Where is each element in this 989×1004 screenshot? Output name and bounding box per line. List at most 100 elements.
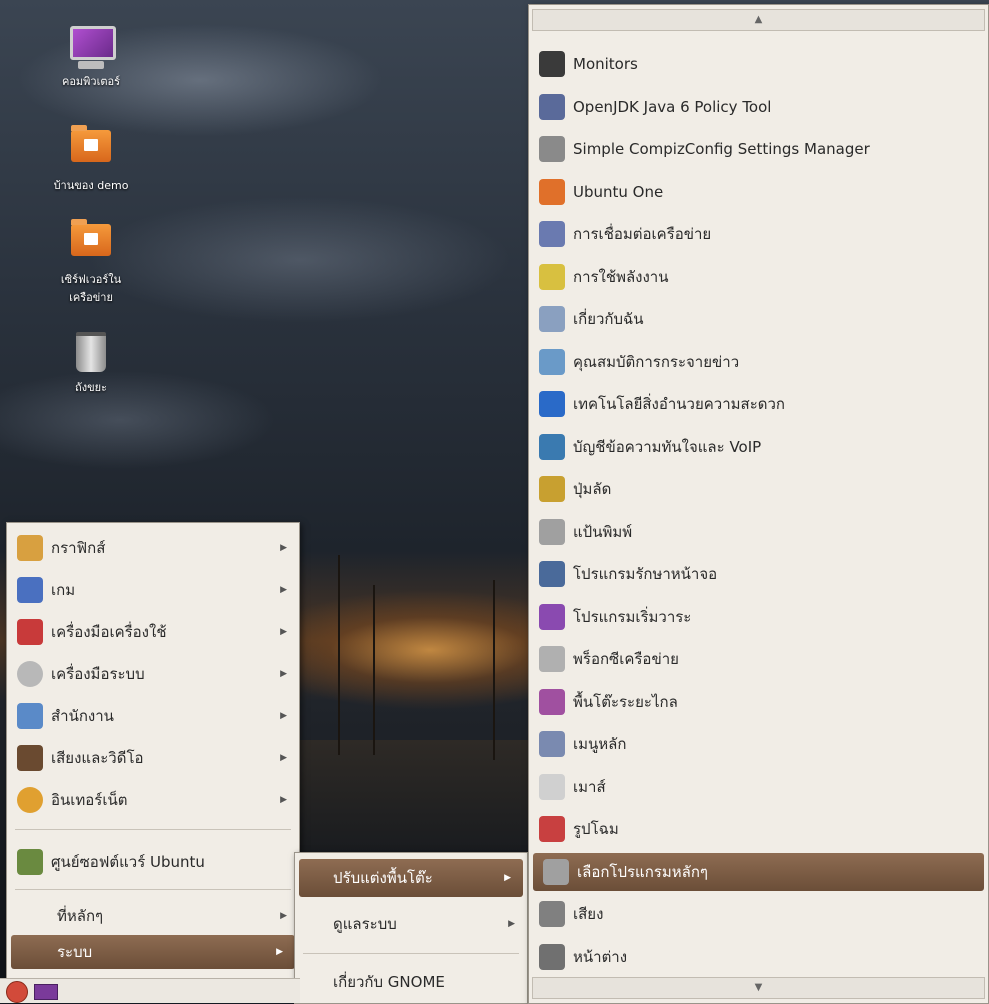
- menu-item-label: บัญชีข้อความทันใจและ VoIP: [573, 438, 762, 456]
- preferences-item-java-policy[interactable]: OpenJDK Java 6 Policy Tool: [529, 88, 988, 126]
- menu-item-accessories[interactable]: เครื่องมือเครื่องใช้ ▶: [7, 613, 299, 651]
- menu-item-places[interactable]: ที่หลักๆ ▶: [7, 897, 299, 935]
- menu-item-label: เสียง: [573, 905, 604, 923]
- preferences-item-keyboard-shortcuts[interactable]: ปุ่มลัด: [529, 470, 988, 508]
- menu-separator: [303, 953, 519, 954]
- preferences-item-compizconfig[interactable]: Simple CompizConfig Settings Manager: [529, 130, 988, 168]
- preferences-item-screensaver[interactable]: โปรแกรมรักษาหน้าจอ: [529, 555, 988, 593]
- menu-item-label: โปรแกรมรักษาหน้าจอ: [573, 565, 718, 583]
- preferences-item-monitors[interactable]: Monitors: [529, 45, 988, 83]
- startup-apps-icon: [539, 604, 565, 630]
- preferences-item-remote-desktop[interactable]: พื้นโต๊ะระยะไกล: [529, 683, 988, 721]
- menu-item-label: การเชื่อมต่อเครือข่าย: [573, 225, 712, 243]
- preferences-item-appearance[interactable]: รูปโฉม: [529, 810, 988, 848]
- menu-item-label: เกม: [51, 581, 76, 599]
- menu-item-label: โปรแกรมเริ่มวาระ: [573, 608, 692, 626]
- desktop-icon-home[interactable]: บ้านของ demo: [41, 124, 141, 194]
- submenu-arrow-icon: ▶: [276, 947, 283, 957]
- keyboard-shortcuts-icon: [539, 476, 565, 502]
- submenu-arrow-icon: ▶: [504, 873, 511, 883]
- software-center-icon: [17, 849, 43, 875]
- scroll-up-button[interactable]: ▲: [532, 9, 985, 31]
- menu-item-label: พร็อกซีเครือข่าย: [573, 650, 679, 668]
- preferences-item-sound[interactable]: เสียง: [529, 895, 988, 933]
- preferences-item-feed-properties[interactable]: คุณสมบัติการกระจายข่าว: [529, 343, 988, 381]
- windows-icon: [539, 944, 565, 970]
- screensaver-icon: [539, 561, 565, 587]
- monitors-icon: [539, 51, 565, 77]
- internet-icon: [17, 787, 43, 813]
- preferences-item-ubuntu-one[interactable]: Ubuntu One: [529, 173, 988, 211]
- main-menu: กราฟิกส์ ▶ เกม ▶ เครื่องมือเครื่องใช้ ▶ …: [6, 522, 300, 980]
- menu-item-label: ดูแลระบบ: [333, 915, 397, 933]
- preferences-item-preferred-apps[interactable]: เลือกโปรแกรมหลักๆ: [533, 853, 984, 891]
- boat-mast: [338, 555, 340, 755]
- menu-item-label: คุณสมบัติการกระจายข่าว: [573, 353, 740, 371]
- ubuntu-menu-icon[interactable]: [6, 981, 28, 1003]
- main-menu-icon: [539, 731, 565, 757]
- submenu-arrow-icon: ▶: [280, 585, 287, 595]
- computer-icon: [70, 26, 116, 69]
- preferences-item-accessibility[interactable]: เทคโนโลยีสิ่งอำนวยความสะดวก: [529, 385, 988, 423]
- desktop-icon-network[interactable]: เซิร์ฟเวอร์ใน เครือข่าย: [41, 218, 141, 306]
- preferences-item-main-menu[interactable]: เมนูหลัก: [529, 725, 988, 763]
- menu-item-label: เทคโนโลยีสิ่งอำนวยความสะดวก: [573, 395, 785, 413]
- remote-desktop-icon: [539, 689, 565, 715]
- menu-item-label: การใช้พลังงาน: [573, 268, 669, 286]
- submenu-arrow-icon: ▶: [280, 911, 287, 921]
- menu-item-preferences[interactable]: ปรับแต่งพื้นโต๊ะ ▶: [299, 859, 523, 897]
- ubuntu-one-icon: [539, 179, 565, 205]
- menu-item-label: ปุ่มลัด: [573, 480, 612, 498]
- preferences-item-network-connections[interactable]: การเชื่อมต่อเครือข่าย: [529, 215, 988, 253]
- menu-item-label: เครื่องมือระบบ: [51, 665, 145, 683]
- menu-item-label: เกี่ยวกับ GNOME: [333, 973, 445, 991]
- preferences-item-keyboard[interactable]: แป้นพิมพ์: [529, 513, 988, 551]
- menu-item-label: ที่หลักๆ: [57, 907, 104, 925]
- menu-item-label: OpenJDK Java 6 Policy Tool: [573, 98, 772, 116]
- menu-item-office[interactable]: สำนักงาน ▶: [7, 697, 299, 735]
- mouse-icon: [539, 774, 565, 800]
- menu-item-label: รูปโฉม: [573, 820, 619, 838]
- menu-item-sound-video[interactable]: เสียงและวิดีโอ ▶: [7, 739, 299, 777]
- preferences-item-mouse[interactable]: เมาส์: [529, 768, 988, 806]
- menu-item-system[interactable]: ระบบ ▶: [11, 935, 295, 969]
- menu-item-system-tools[interactable]: เครื่องมือระบบ ▶: [7, 655, 299, 693]
- menu-item-label: ศูนย์ซอฟต์แวร์ Ubuntu: [51, 853, 205, 871]
- menu-item-label: เมาส์: [573, 778, 606, 796]
- menu-item-administration[interactable]: ดูแลระบบ ▶: [295, 905, 527, 943]
- preferences-item-startup-apps[interactable]: โปรแกรมเริ่มวาระ: [529, 598, 988, 636]
- preferences-item-network-proxy[interactable]: พร็อกซีเครือข่าย: [529, 640, 988, 678]
- menu-item-internet[interactable]: อินเทอร์เน็ต ▶: [7, 781, 299, 819]
- workspace-icon[interactable]: [34, 984, 58, 1000]
- desktop-icon-label: คอมพิวเตอร์: [61, 75, 121, 88]
- menu-item-label: กราฟิกส์: [51, 539, 106, 557]
- preferences-item-windows[interactable]: หน้าต่าง: [529, 938, 988, 976]
- preferred-apps-icon: [543, 859, 569, 885]
- desktop-icon-computer[interactable]: คอมพิวเตอร์: [41, 26, 141, 90]
- menu-item-label: Simple CompizConfig Settings Manager: [573, 140, 870, 158]
- menu-item-games[interactable]: เกม ▶: [7, 571, 299, 609]
- menu-item-label: ปรับแต่งพื้นโต๊ะ: [333, 869, 433, 887]
- menu-item-graphics[interactable]: กราฟิกส์ ▶: [7, 529, 299, 567]
- menu-item-label: Ubuntu One: [573, 183, 664, 201]
- office-icon: [17, 703, 43, 729]
- java-policy-icon: [539, 94, 565, 120]
- preferences-item-power-management[interactable]: การใช้พลังงาน: [529, 258, 988, 296]
- desktop-icon-trash[interactable]: ถังขยะ: [41, 328, 141, 396]
- preferences-item-im-accounts[interactable]: บัญชีข้อความทันใจและ VoIP: [529, 428, 988, 466]
- menu-item-software-center[interactable]: ศูนย์ซอฟต์แวร์ Ubuntu: [7, 843, 299, 881]
- im-accounts-icon: [539, 434, 565, 460]
- menu-item-label: เครื่องมือเครื่องใช้: [51, 623, 167, 641]
- submenu-arrow-icon: ▶: [280, 795, 287, 805]
- games-icon: [17, 577, 43, 603]
- scroll-down-button[interactable]: ▼: [532, 977, 985, 999]
- menu-item-label: ระบบ: [57, 943, 93, 961]
- home-folder-icon: [70, 125, 112, 172]
- preferences-item-about-me[interactable]: เกี่ยวกับฉัน: [529, 300, 988, 338]
- boat-mast: [373, 585, 375, 755]
- menu-item-about-gnome[interactable]: เกี่ยวกับ GNOME: [295, 963, 527, 1001]
- accessories-icon: [17, 619, 43, 645]
- preferences-submenu: ▲ Monitors OpenJDK Java 6 Policy Tool Simp…: [528, 4, 989, 1004]
- desktop-icon-label: บ้านของ demo: [53, 179, 129, 192]
- feed-properties-icon: [539, 349, 565, 375]
